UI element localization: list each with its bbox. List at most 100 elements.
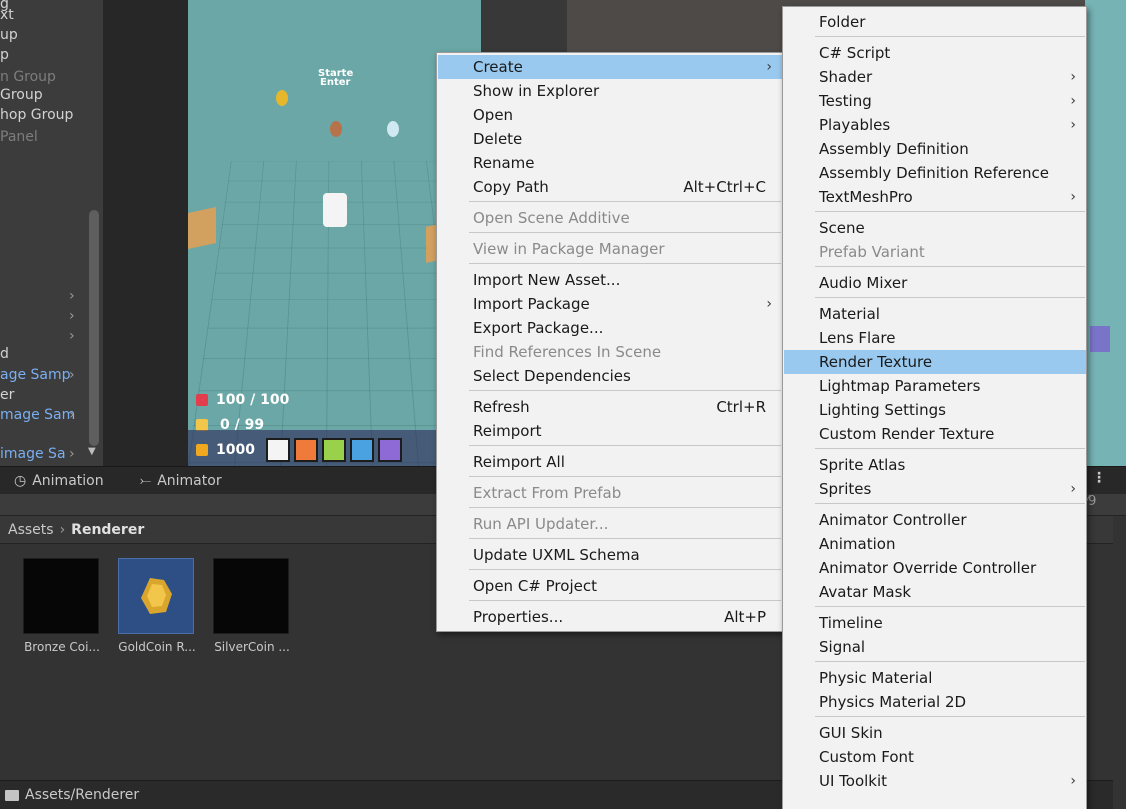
expand-arrow-icon[interactable]: › xyxy=(69,286,75,306)
submenu-item-timeline[interactable]: Timeline xyxy=(784,611,1086,635)
submenu-item-lighting-settings[interactable]: Lighting Settings xyxy=(784,398,1086,422)
submenu-item-gui-skin[interactable]: GUI Skin xyxy=(784,721,1086,745)
menu-separator xyxy=(815,297,1085,298)
hierarchy-item[interactable]: er xyxy=(0,385,14,405)
chevron-right-icon: › xyxy=(1070,481,1076,497)
menu-item-reimport[interactable]: Reimport xyxy=(438,419,782,443)
expand-arrow-icon[interactable]: › xyxy=(69,326,75,346)
submenu-item-assembly-definition[interactable]: Assembly Definition xyxy=(784,137,1086,161)
tab-animator[interactable]: ⤚ Animator xyxy=(140,467,222,495)
submenu-item-lens-flare[interactable]: Lens Flare xyxy=(784,326,1086,350)
menu-item-label: Signal xyxy=(819,638,866,656)
submenu-item-physic-material[interactable]: Physic Material xyxy=(784,666,1086,690)
menu-item-view-in-package-manager: View in Package Manager xyxy=(438,237,782,261)
chevron-right-icon: › xyxy=(1070,189,1076,205)
submenu-item-avatar-mask[interactable]: Avatar Mask xyxy=(784,580,1086,604)
submenu-item-textmeshpro[interactable]: TextMeshPro › xyxy=(784,185,1086,209)
submenu-item-render-texture[interactable]: Render Texture xyxy=(784,350,1086,374)
menu-item-label: Assembly Definition xyxy=(819,140,969,158)
menu-item-copy-path[interactable]: Copy Path Alt+Ctrl+C xyxy=(438,175,782,199)
hierarchy-item[interactable]: up xyxy=(0,25,18,45)
expand-arrow-icon[interactable]: › xyxy=(69,365,75,385)
menu-item-reimport-all[interactable]: Reimport All xyxy=(438,450,782,474)
hierarchy-item[interactable]: xt xyxy=(0,5,14,25)
scroll-down-icon[interactable]: ▼ xyxy=(88,446,96,457)
expand-arrow-icon[interactable]: › xyxy=(69,306,75,326)
menu-item-label: Extract From Prefab xyxy=(473,484,622,502)
submenu-item-material[interactable]: Material xyxy=(784,302,1086,326)
hotbar-slot[interactable] xyxy=(350,438,374,462)
submenu-item-sprites[interactable]: Sprites › xyxy=(784,477,1086,501)
chevron-right-icon: › xyxy=(1070,117,1076,133)
breadcrumb-assets[interactable]: Assets xyxy=(8,522,54,538)
submenu-item-audio-mixer[interactable]: Audio Mixer xyxy=(784,271,1086,295)
menu-item-properties[interactable]: Properties... Alt+P xyxy=(438,605,782,629)
submenu-item-animator-controller[interactable]: Animator Controller xyxy=(784,508,1086,532)
hotbar-slot[interactable] xyxy=(322,438,346,462)
menu-item-import-package[interactable]: Import Package › xyxy=(438,292,782,316)
submenu-item-lightmap-parameters[interactable]: Lightmap Parameters xyxy=(784,374,1086,398)
breadcrumb-renderer[interactable]: Renderer xyxy=(71,522,144,538)
menu-item-extract-from-prefab: Extract From Prefab xyxy=(438,481,782,505)
submenu-item-testing[interactable]: Testing › xyxy=(784,89,1086,113)
menu-item-update-uxml-schema[interactable]: Update UXML Schema xyxy=(438,543,782,567)
expand-arrow-icon[interactable]: › xyxy=(69,444,75,464)
asset-tile[interactable]: GoldCoin R... xyxy=(118,558,196,654)
submenu-item-sprite-atlas[interactable]: Sprite Atlas xyxy=(784,453,1086,477)
menu-item-open[interactable]: Open xyxy=(438,103,782,127)
menu-item-open-csharp-project[interactable]: Open C# Project xyxy=(438,574,782,598)
submenu-item-shader[interactable]: Shader › xyxy=(784,65,1086,89)
hierarchy-item[interactable]: n Group xyxy=(0,67,56,87)
asset-tile[interactable]: SilverCoin ... xyxy=(213,558,291,654)
hierarchy-item[interactable]: Panel xyxy=(0,127,38,147)
hotbar-slot[interactable] xyxy=(378,438,402,462)
hierarchy-item[interactable]: mage Sam xyxy=(0,405,75,425)
hierarchy-item[interactable]: age Samp xyxy=(0,365,71,385)
hierarchy-item[interactable]: d xyxy=(0,344,9,364)
tab-animation[interactable]: ◷ Animation xyxy=(14,467,104,495)
submenu-item-csharp-script[interactable]: C# Script xyxy=(784,41,1086,65)
menu-item-create[interactable]: Create › xyxy=(438,55,782,79)
menu-separator xyxy=(469,569,781,570)
menu-item-find-references: Find References In Scene xyxy=(438,340,782,364)
gold-coin-icon xyxy=(141,578,172,614)
menu-item-rename[interactable]: Rename xyxy=(438,151,782,175)
submenu-item-assembly-definition-reference[interactable]: Assembly Definition Reference xyxy=(784,161,1086,185)
submenu-item-ui-toolkit[interactable]: UI Toolkit › xyxy=(784,769,1086,793)
hotbar-slot[interactable] xyxy=(266,438,290,462)
hierarchy-item[interactable]: image Sa xyxy=(0,444,66,464)
menu-item-label: Custom Render Texture xyxy=(819,425,995,443)
submenu-item-scene[interactable]: Scene xyxy=(784,216,1086,240)
submenu-item-custom-font[interactable]: Custom Font xyxy=(784,745,1086,769)
menu-separator xyxy=(815,661,1085,662)
tab-animator-label: Animator xyxy=(157,473,222,489)
menu-item-export-package[interactable]: Export Package... xyxy=(438,316,782,340)
submenu-item-animator-override-controller[interactable]: Animator Override Controller xyxy=(784,556,1086,580)
menu-item-select-dependencies[interactable]: Select Dependencies xyxy=(438,364,782,388)
menu-item-show-in-explorer[interactable]: Show in Explorer xyxy=(438,79,782,103)
menu-item-import-new-asset[interactable]: Import New Asset... xyxy=(438,268,782,292)
status-path: Assets/Renderer xyxy=(25,787,140,803)
menu-item-refresh[interactable]: Refresh Ctrl+R xyxy=(438,395,782,419)
expand-arrow-icon[interactable]: › xyxy=(69,405,75,425)
menu-separator xyxy=(815,606,1085,607)
submenu-item-physics-material-2d[interactable]: Physics Material 2D xyxy=(784,690,1086,714)
scene-object xyxy=(1090,326,1110,352)
hierarchy-item[interactable]: hop Group xyxy=(0,105,73,125)
asset-tile[interactable]: Bronze Coi... xyxy=(23,558,101,654)
hierarchy-item[interactable]: p xyxy=(0,45,9,65)
submenu-item-signal[interactable]: Signal xyxy=(784,635,1086,659)
submenu-item-custom-render-texture[interactable]: Custom Render Texture xyxy=(784,422,1086,446)
menu-item-delete[interactable]: Delete xyxy=(438,127,782,151)
hotbar-slot[interactable] xyxy=(294,438,318,462)
submenu-item-animation[interactable]: Animation xyxy=(784,532,1086,556)
hierarchy-scrollbar[interactable] xyxy=(89,210,99,446)
submenu-item-playables[interactable]: Playables › xyxy=(784,113,1086,137)
more-options-icon[interactable]: ⋮ xyxy=(1092,470,1106,486)
menu-item-label: Testing xyxy=(819,92,872,110)
hierarchy-item[interactable]: Group xyxy=(0,85,43,105)
submenu-item-folder[interactable]: Folder xyxy=(784,10,1086,34)
hp-readout: 100 / 100 xyxy=(196,390,289,410)
submenu-item-prefab-variant: Prefab Variant xyxy=(784,240,1086,264)
menu-item-label: Render Texture xyxy=(819,353,933,371)
